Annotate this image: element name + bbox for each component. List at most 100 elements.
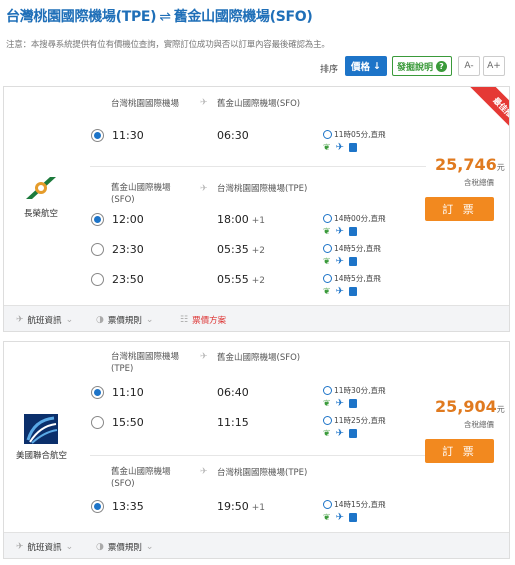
baggage-icon bbox=[348, 287, 357, 296]
sort-price-label: 價格 bbox=[351, 62, 371, 73]
chevron-down-icon: ⌄ bbox=[65, 542, 74, 552]
card-footer: ✈ 航班資訊 ⌄ ◑ 票價規則 ⌄ ☷ 票價方案 bbox=[4, 305, 509, 331]
tax-note: 含稅總價 bbox=[464, 178, 494, 187]
arrival-time: 06:30 bbox=[217, 129, 249, 142]
baggage-icon bbox=[348, 513, 357, 522]
tax-note: 含稅總價 bbox=[464, 420, 494, 429]
flight-radio[interactable] bbox=[91, 416, 104, 429]
arrival-time: 19:50 +1 bbox=[217, 500, 265, 513]
sort-down-icon: ↓ bbox=[373, 60, 381, 72]
fare-plan-link[interactable]: ☷ 票價方案 bbox=[180, 314, 226, 326]
flight-info-link[interactable]: ✈ 航班資訊 ⌄ bbox=[16, 541, 73, 553]
flight-info-link[interactable]: ✈ 航班資訊 ⌄ bbox=[16, 314, 73, 326]
book-button[interactable]: 訂 票 bbox=[425, 197, 494, 221]
clock-icon bbox=[323, 244, 332, 253]
flight-radio[interactable] bbox=[91, 243, 104, 256]
plane-icon: ✈ bbox=[335, 226, 344, 237]
amenity-icons: ❦ ✈ bbox=[323, 428, 357, 439]
ticket-icon: ◑ bbox=[96, 542, 104, 552]
arrival-time: 06:40 bbox=[217, 386, 249, 399]
amenity-icons: ❦ ✈ bbox=[323, 256, 357, 267]
flight-duration: 14時15分,直飛 bbox=[323, 499, 385, 510]
amenity-icons: ❦ ✈ bbox=[323, 142, 357, 153]
leaf-icon: ❦ bbox=[323, 226, 331, 237]
inbound-from: 舊金山國際機場 (SFO) bbox=[111, 183, 171, 205]
clock-icon bbox=[323, 416, 332, 425]
flight-radio[interactable] bbox=[91, 129, 104, 142]
plane-icon: ✈ bbox=[200, 467, 208, 477]
outbound-to: 舊金山國際機場(SFO) bbox=[217, 99, 301, 109]
arrival-time: 05:55 +2 bbox=[217, 273, 265, 286]
chevron-down-icon: ⌄ bbox=[65, 315, 74, 325]
baggage-icon bbox=[348, 429, 357, 438]
leaf-icon: ❦ bbox=[323, 256, 331, 267]
font-increase-button[interactable]: A+ bbox=[483, 56, 505, 76]
best-badge-corner: 最佳推薦 bbox=[459, 87, 509, 137]
book-button[interactable]: 訂 票 bbox=[425, 439, 494, 463]
plane-icon: ✈ bbox=[200, 98, 208, 108]
chevron-down-icon: ⌄ bbox=[145, 542, 154, 552]
ticket-icon: ◑ bbox=[96, 315, 104, 325]
baggage-icon bbox=[348, 143, 357, 152]
leaf-icon: ❦ bbox=[323, 398, 331, 409]
sort-recommend-button[interactable]: 發掘說明 ? bbox=[392, 56, 452, 76]
outbound-from: 台灣桃園國際機場 (TPE) bbox=[111, 352, 180, 374]
plane-icon: ✈ bbox=[335, 512, 344, 523]
clock-icon bbox=[323, 214, 332, 223]
departure-time: 13:35 bbox=[112, 500, 144, 513]
plane-icon: ✈ bbox=[16, 542, 24, 552]
airline-name: 美國聯合航空 bbox=[16, 451, 68, 461]
flight-radio[interactable] bbox=[91, 273, 104, 286]
swap-icon[interactable]: ⇌ bbox=[159, 9, 171, 25]
inbound-to: 台灣桃園國際機場(TPE) bbox=[217, 468, 308, 478]
amenity-icons: ❦ ✈ bbox=[323, 286, 357, 297]
sort-recommend-label: 發掘說明 bbox=[396, 62, 433, 73]
font-decrease-button[interactable]: A- bbox=[458, 56, 480, 76]
fare-rules-link[interactable]: ◑ 票價規則 ⌄ bbox=[96, 314, 153, 326]
inbound-from: 舊金山國際機場 (SFO) bbox=[111, 467, 171, 489]
total-price: 25,904元 bbox=[435, 397, 505, 416]
flight-radio[interactable] bbox=[91, 386, 104, 399]
leaf-icon: ❦ bbox=[323, 142, 331, 153]
departure-time: 23:50 bbox=[112, 273, 144, 286]
clock-icon bbox=[323, 130, 332, 139]
outbound-to: 舊金山國際機場(SFO) bbox=[217, 353, 301, 363]
flight-card: 最佳推薦 長榮航空 台灣桃園國際機場 ✈ 舊金山國際機場(SFO) 11:30 … bbox=[3, 86, 510, 332]
plane-icon: ✈ bbox=[200, 184, 208, 194]
fare-rules-link[interactable]: ◑ 票價規則 ⌄ bbox=[96, 541, 153, 553]
sort-label: 排序 bbox=[320, 65, 339, 75]
plane-icon: ✈ bbox=[335, 256, 344, 267]
plane-icon: ✈ bbox=[335, 142, 344, 153]
clock-icon bbox=[323, 500, 332, 509]
notice-text: 注意：本搜尋系統提供有位有價機位查詢，實際訂位成功與否以訂單內容最後確認為主。 bbox=[6, 40, 330, 50]
departure-time: 11:30 bbox=[112, 129, 144, 142]
flight-duration: 14時5分,直飛 bbox=[323, 273, 381, 284]
departure-time: 11:10 bbox=[112, 386, 144, 399]
card-footer: ✈ 航班資訊 ⌄ ◑ 票價規則 ⌄ bbox=[4, 532, 509, 558]
leaf-icon: ❦ bbox=[323, 286, 331, 297]
flight-duration: 11時30分,直飛 bbox=[323, 385, 385, 396]
baggage-icon bbox=[348, 227, 357, 236]
clock-icon bbox=[323, 386, 332, 395]
flight-radio[interactable] bbox=[91, 213, 104, 226]
plane-icon: ✈ bbox=[335, 398, 344, 409]
flight-duration: 14時00分,直飛 bbox=[323, 213, 385, 224]
plane-icon: ✈ bbox=[335, 428, 344, 439]
plane-icon: ✈ bbox=[200, 352, 208, 362]
airline-name: 長榮航空 bbox=[24, 209, 59, 219]
destination-title: 舊金山國際機場(SFO) bbox=[173, 9, 313, 25]
leaf-icon: ❦ bbox=[323, 512, 331, 523]
baggage-icon bbox=[348, 399, 357, 408]
help-icon: ? bbox=[436, 60, 447, 72]
departure-time: 15:50 bbox=[112, 416, 144, 429]
amenity-icons: ❦ ✈ bbox=[323, 398, 357, 409]
divider bbox=[90, 455, 426, 456]
amenity-icons: ❦ ✈ bbox=[323, 226, 357, 237]
airline-logo bbox=[24, 175, 58, 201]
chevron-down-icon: ⌄ bbox=[145, 315, 154, 325]
plane-icon: ✈ bbox=[16, 315, 24, 325]
sort-price-button[interactable]: 價格 ↓ bbox=[345, 56, 387, 76]
flight-radio[interactable] bbox=[91, 500, 104, 513]
best-recommend-badge: 最佳推薦 bbox=[467, 87, 509, 137]
flight-duration: 11時05分,直飛 bbox=[323, 129, 385, 140]
